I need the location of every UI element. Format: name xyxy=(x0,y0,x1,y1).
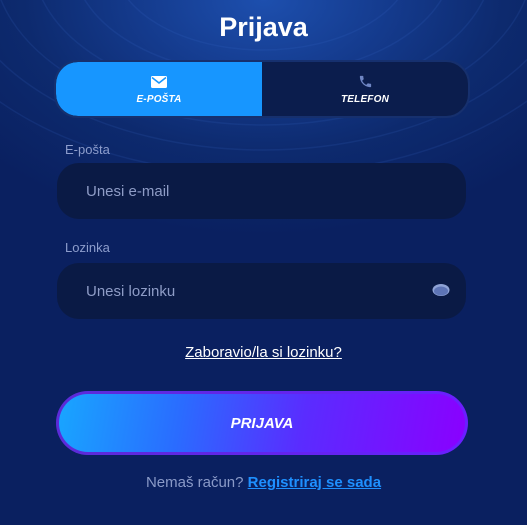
password-label: Lozinka xyxy=(65,240,110,255)
register-row: Nemaš račun? Registriraj se sada xyxy=(0,474,527,491)
login-button-border: PRIJAVA xyxy=(56,391,468,455)
tab-phone[interactable]: TELEFON xyxy=(262,62,468,116)
email-field-container xyxy=(57,163,466,219)
phone-icon xyxy=(358,74,373,90)
email-label: E-pošta xyxy=(65,142,110,157)
forgot-password-link[interactable]: Zaboravio/la si lozinku? xyxy=(185,344,342,361)
login-method-tabs: E-POŠTA TELEFON xyxy=(54,60,470,118)
tab-email-label: E-POŠTA xyxy=(136,93,182,105)
envelope-icon xyxy=(151,74,167,90)
tab-phone-label: TELEFON xyxy=(340,93,390,105)
forgot-password-row: Zaboravio/la si lozinku? xyxy=(0,344,527,362)
password-field-container xyxy=(57,263,466,319)
register-link[interactable]: Registriraj se sada xyxy=(248,474,381,491)
email-field[interactable] xyxy=(84,181,388,201)
eye-icon[interactable] xyxy=(432,283,450,302)
page-title: Prijava xyxy=(219,12,308,42)
tab-email[interactable]: E-POŠTA xyxy=(56,62,262,116)
register-prompt: Nemaš račun? xyxy=(145,474,244,491)
login-button[interactable]: PRIJAVA xyxy=(59,394,465,452)
password-field[interactable] xyxy=(84,281,388,301)
